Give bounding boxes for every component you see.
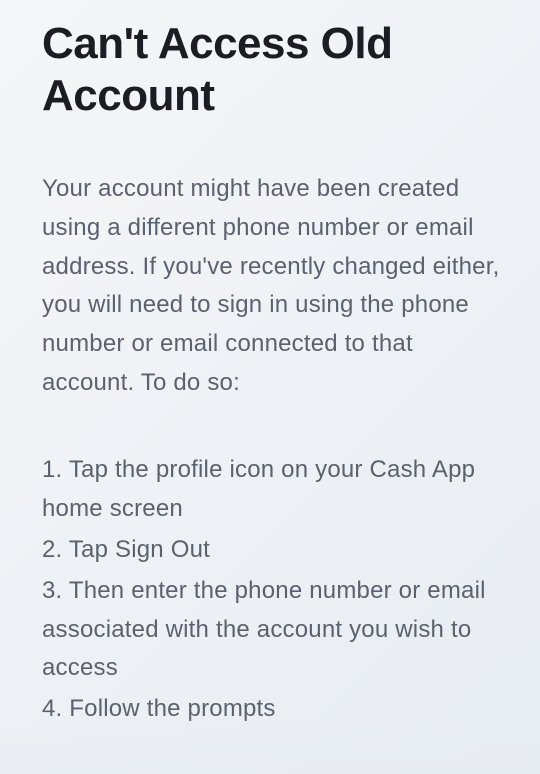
step-item: 4. Follow the prompts [42,690,510,729]
step-item: 3. Then enter the phone number or email … [42,572,510,689]
step-item: 1. Tap the profile icon on your Cash App… [42,451,510,529]
page-title: Can't Access Old Account [42,18,510,122]
step-item: 2. Tap Sign Out [42,531,510,570]
intro-paragraph: Your account might have been created usi… [42,170,510,403]
steps-list: 1. Tap the profile icon on your Cash App… [42,451,510,729]
